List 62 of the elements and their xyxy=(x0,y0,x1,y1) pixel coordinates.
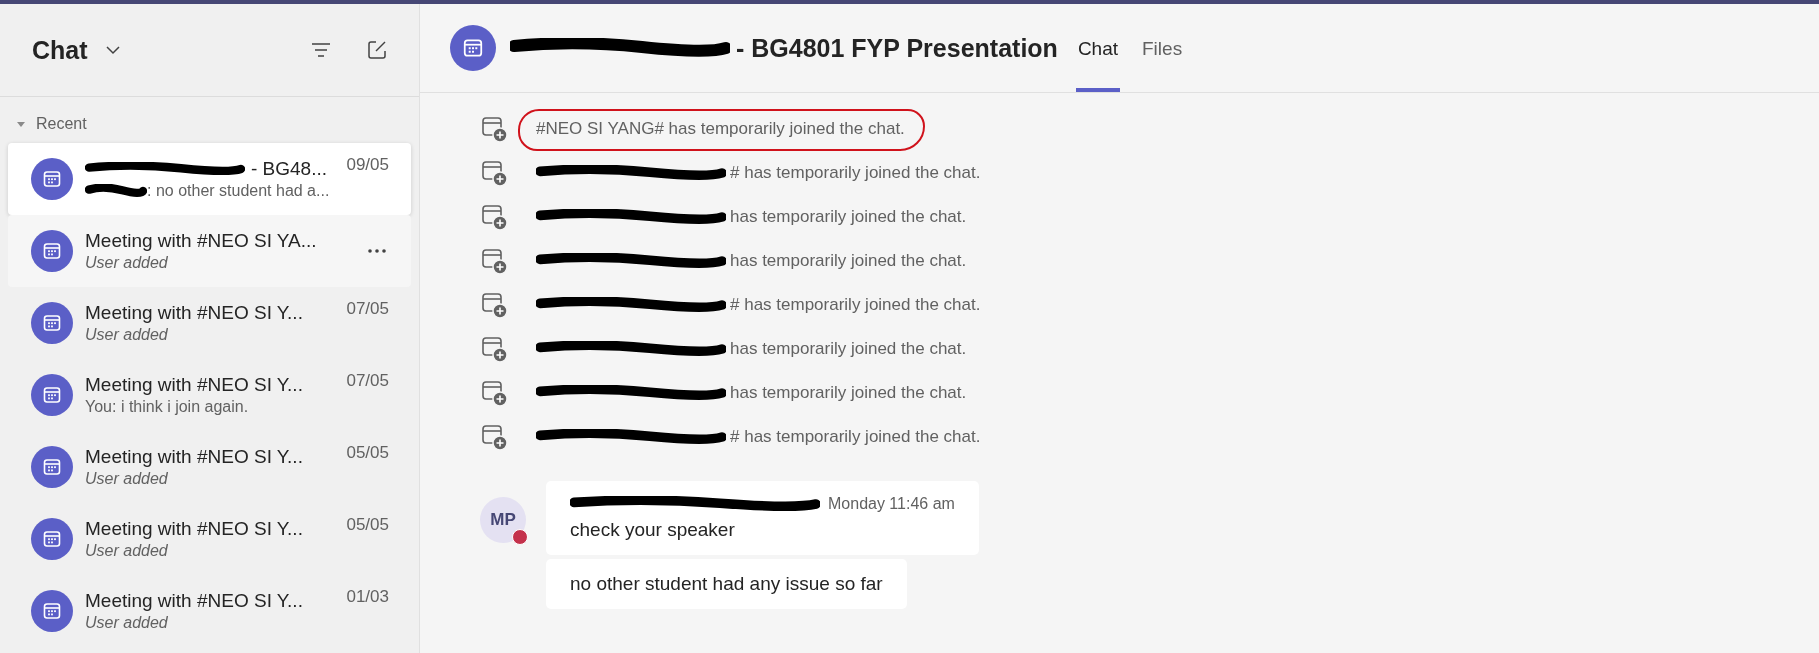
message-time: Monday 11:46 am xyxy=(828,495,955,513)
chat-date: 01/03 xyxy=(346,587,389,607)
calendar-add-icon xyxy=(480,423,508,451)
chat-preview: User added xyxy=(85,470,168,488)
calendar-add-icon xyxy=(480,247,508,275)
join-notice: has temporarily joined the chat. xyxy=(730,383,967,403)
chat-title: Meeting with #NEO SI Y... xyxy=(85,302,303,324)
calendar-icon xyxy=(42,241,62,261)
header-tab[interactable]: Chat xyxy=(1075,4,1120,92)
join-notice: # has temporarily joined the chat. xyxy=(730,427,981,447)
chat-date: 05/05 xyxy=(346,515,389,535)
calendar-icon xyxy=(42,529,62,549)
calendar-icon xyxy=(42,457,62,477)
chat-list-item[interactable]: Meeting with #NEO SI Y... User added 01/03 xyxy=(8,575,411,647)
chat-list-item[interactable]: Meeting with #NEO SI YA... User added xyxy=(8,215,411,287)
avatar-initials: MP xyxy=(490,510,516,530)
join-notice: has temporarily joined the chat. xyxy=(730,251,967,271)
message-text: no other student had any issue so far xyxy=(570,573,883,595)
chat-title: Meeting with #NEO SI Y... xyxy=(85,446,303,468)
chat-preview: User added xyxy=(85,542,168,560)
calendar-icon xyxy=(42,169,62,189)
more-options-icon[interactable] xyxy=(365,246,389,256)
calendar-icon xyxy=(42,601,62,621)
chat-preview: : no other student had a... xyxy=(147,182,330,200)
calendar-add-icon xyxy=(480,115,508,143)
chat-date: 05/05 xyxy=(346,443,389,463)
chat-title: Meeting with #NEO SI Y... xyxy=(85,590,303,612)
sidebar-title: Chat xyxy=(32,35,88,65)
calendar-add-icon xyxy=(480,203,508,231)
calendar-add-icon xyxy=(480,291,508,319)
chat-list-item[interactable]: Meeting with #NEO SI Y... User added 05/05 xyxy=(8,431,411,503)
join-notice: # has temporarily joined the chat. xyxy=(730,295,981,315)
collapse-caret-icon[interactable] xyxy=(16,119,26,129)
join-notice: has temporarily joined the chat. xyxy=(730,339,967,359)
chat-list-item[interactable]: - BG48... : no other student had a... 09/05 xyxy=(8,143,411,215)
message-text: check your speaker xyxy=(570,519,736,541)
chat-date: 07/05 xyxy=(346,299,389,319)
join-notice: # has temporarily joined the chat. xyxy=(730,163,981,183)
calendar-icon xyxy=(462,37,484,59)
header-tab[interactable]: Files xyxy=(1140,4,1185,92)
chat-preview: You: i think i join again. xyxy=(85,398,249,416)
chat-header-title: - BG4801 FYP Presentation xyxy=(736,33,1058,63)
chat-date: 09/05 xyxy=(346,155,389,175)
chat-preview: User added xyxy=(85,326,168,344)
chat-title: - BG48... xyxy=(251,158,328,180)
chat-preview: User added xyxy=(85,254,168,272)
chat-list-item[interactable]: Meeting with #NEO SI Y... You: i think i join again. 07/05 xyxy=(8,359,411,431)
join-notice: #NEO SI YANG# has temporarily joined the chat. xyxy=(536,119,905,139)
calendar-icon xyxy=(42,313,62,333)
calendar-icon xyxy=(42,385,62,405)
join-notice: has temporarily joined the chat. xyxy=(730,207,967,227)
chat-title: Meeting with #NEO SI Y... xyxy=(85,518,303,540)
calendar-add-icon xyxy=(480,335,508,363)
chat-title: Meeting with #NEO SI Y... xyxy=(85,374,303,396)
chat-title: Meeting with #NEO SI YA... xyxy=(85,230,317,252)
calendar-add-icon xyxy=(480,379,508,407)
section-label: Recent xyxy=(36,115,87,133)
chat-preview: User added xyxy=(85,614,168,632)
chat-list-item[interactable]: Meeting with #NEO SI Y... User added 07/05 xyxy=(8,287,411,359)
chat-list-item[interactable]: Meeting with #NEO SI Y... User added 05/05 xyxy=(8,503,411,575)
chat-date: 07/05 xyxy=(346,371,389,391)
calendar-add-icon xyxy=(480,159,508,187)
